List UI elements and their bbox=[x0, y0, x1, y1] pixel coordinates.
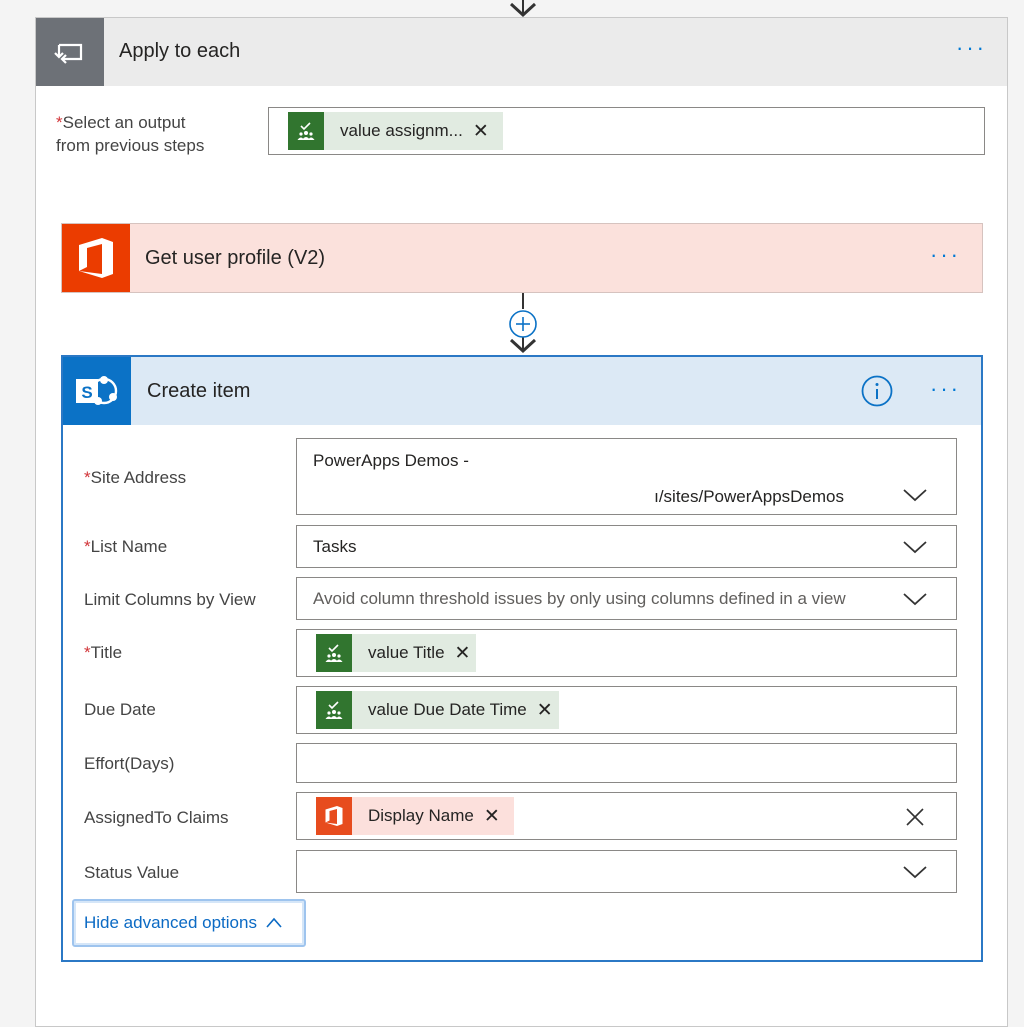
due-date-input[interactable]: value Due Date Time ✕ bbox=[296, 686, 957, 734]
list-name-value: Tasks bbox=[313, 537, 357, 556]
limit-columns-label: Limit Columns by View bbox=[84, 590, 256, 609]
apply-to-each-title: Apply to each bbox=[119, 40, 241, 62]
assigned-to-input[interactable]: Display Name ✕ bbox=[296, 792, 957, 840]
list-name-label: *List Name bbox=[84, 537, 168, 556]
svg-text:S: S bbox=[81, 383, 92, 402]
status-value-dropdown[interactable] bbox=[296, 850, 957, 893]
token-remove-icon[interactable]: ✕ bbox=[537, 701, 559, 720]
site-address-dropdown[interactable]: PowerApps Demos - ı/sites/PowerAppsDemos bbox=[296, 438, 957, 515]
title-input[interactable]: value Title ✕ bbox=[296, 629, 957, 677]
planner-icon bbox=[316, 691, 352, 729]
required-mark: * bbox=[56, 113, 63, 132]
dynamic-content-token: value assignm... ✕ bbox=[288, 112, 503, 150]
effort-input[interactable] bbox=[296, 743, 957, 783]
chevron-up-icon bbox=[266, 917, 282, 928]
token-label: value Due Date Time bbox=[368, 700, 527, 719]
token-label: Display Name bbox=[368, 806, 474, 825]
chevron-down-icon[interactable] bbox=[902, 859, 928, 885]
due-date-label: Due Date bbox=[84, 700, 156, 719]
limit-columns-placeholder: Avoid column threshold issues by only us… bbox=[313, 589, 846, 608]
loop-icon bbox=[36, 18, 104, 86]
create-item-menu-button[interactable]: ··· bbox=[930, 378, 961, 400]
title-label: *Title bbox=[84, 643, 123, 662]
assigned-to-label: AssignedTo Claims bbox=[84, 808, 229, 827]
add-step-icon[interactable] bbox=[508, 309, 538, 339]
chevron-down-icon[interactable] bbox=[902, 534, 928, 560]
token-label: value assignm... bbox=[340, 121, 463, 140]
get-user-profile-title: Get user profile (V2) bbox=[145, 247, 326, 269]
chevron-down-icon[interactable] bbox=[902, 482, 928, 508]
token-remove-icon[interactable]: ✕ bbox=[455, 644, 477, 663]
token-remove-icon[interactable]: ✕ bbox=[484, 807, 514, 826]
chevron-down-icon[interactable] bbox=[902, 586, 928, 612]
site-address-value-line1: PowerApps Demos - bbox=[313, 451, 469, 470]
list-name-dropdown[interactable]: Tasks bbox=[296, 525, 957, 568]
planner-icon bbox=[316, 634, 352, 672]
get-user-profile-menu-button[interactable]: ··· bbox=[930, 244, 961, 266]
status-value-label: Status Value bbox=[84, 863, 180, 882]
planner-icon bbox=[288, 112, 324, 150]
hide-advanced-options-label: Hide advanced options bbox=[84, 913, 257, 932]
info-icon[interactable] bbox=[861, 375, 893, 407]
connector-arrow-icon bbox=[509, 0, 537, 18]
dynamic-content-token: Display Name ✕ bbox=[316, 797, 514, 835]
token-remove-icon[interactable]: ✕ bbox=[473, 122, 503, 141]
create-item-title: Create item bbox=[147, 380, 251, 402]
site-address-value-line2: ı/sites/PowerAppsDemos bbox=[654, 487, 844, 506]
sharepoint-icon: S bbox=[63, 357, 131, 425]
select-output-input[interactable]: value assignm... ✕ bbox=[268, 107, 985, 155]
office-icon bbox=[62, 224, 130, 292]
office-icon bbox=[316, 797, 352, 835]
limit-columns-dropdown[interactable]: Avoid column threshold issues by only us… bbox=[296, 577, 957, 620]
select-output-label: *Select an output from previous steps bbox=[56, 113, 205, 155]
apply-to-each-menu-button[interactable]: ··· bbox=[956, 37, 987, 59]
hide-advanced-options-button[interactable]: Hide advanced options bbox=[72, 899, 306, 947]
clear-icon[interactable] bbox=[904, 806, 926, 828]
site-address-label: *Site Address bbox=[84, 468, 187, 487]
dynamic-content-token: value Title ✕ bbox=[316, 634, 477, 672]
dynamic-content-token: value Due Date Time ✕ bbox=[316, 691, 559, 729]
token-label: value Title bbox=[368, 643, 445, 662]
effort-label: Effort(Days) bbox=[84, 754, 175, 773]
